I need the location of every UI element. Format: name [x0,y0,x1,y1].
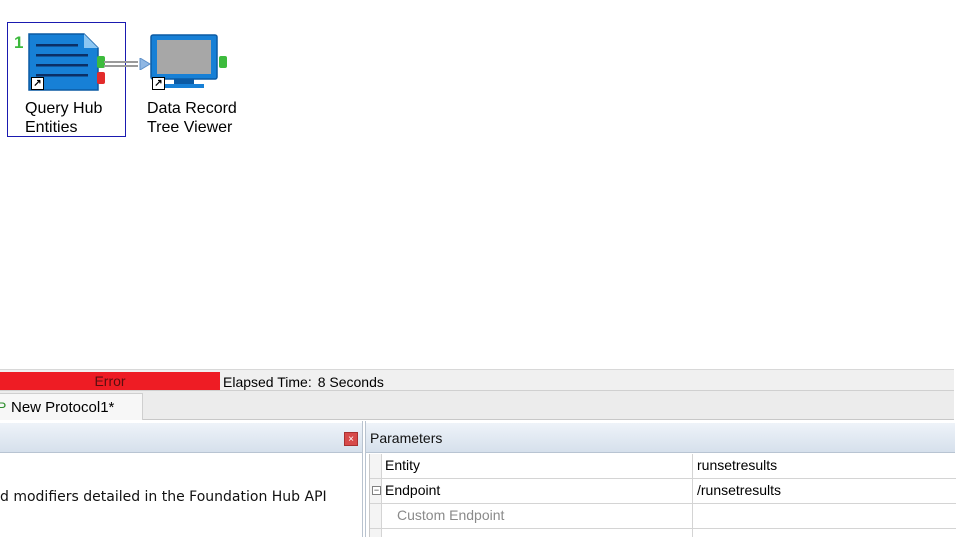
protocol-icon: P [0,399,7,415]
row-gutter [370,529,382,537]
tab-new-protocol1[interactable]: P New Protocol1* [0,393,143,420]
parameter-value[interactable]: runsetresults [697,457,777,474]
parameters-grid: Entity runsetresults − Endpoint /runsetr… [369,454,956,537]
parameter-row-endpoint[interactable]: − Endpoint /runsetresults [370,479,956,504]
node-label-query-hub-entities[interactable]: Query Hub Entities [25,99,102,137]
help-panel: × d modifiers detailed in the Foundation… [0,421,363,537]
close-icon[interactable]: × [344,432,358,446]
parameter-row-partial[interactable] [370,529,956,537]
parameter-name: Endpoint [385,482,441,498]
parameters-panel: Parameters Entity runsetresults − Endpoi… [365,421,956,537]
run-status-badge: Error [0,372,220,391]
node-number: 1 [14,33,24,52]
tab-label: New Protocol1* [11,399,115,416]
elapsed-time-value: 8 Seconds [317,374,384,390]
parameter-name: Entity [385,457,421,473]
column-divider [692,529,693,537]
help-text: d modifiers detailed in the Foundation H… [0,489,327,505]
node-label-data-record-tree-viewer[interactable]: Data Record Tree Viewer [147,99,237,137]
parameters-panel-header: Parameters [366,423,955,453]
collapse-icon[interactable]: − [372,486,381,495]
shortcut-arrow-icon: ↗ [31,77,44,90]
elapsed-time: Elapsed Time: 8 Seconds [223,374,384,391]
elapsed-time-label: Elapsed Time: [223,374,312,390]
parameter-value[interactable]: /runsetresults [697,482,781,499]
parameter-row-entity[interactable]: Entity runsetresults [370,454,956,479]
help-panel-header: × [0,423,362,453]
status-bar: Error Elapsed Time: 8 Seconds [0,369,954,391]
parameters-title: Parameters [370,430,443,446]
output-port-pass[interactable] [219,56,227,68]
row-gutter: − [370,479,382,503]
row-gutter [370,504,382,528]
pipe-connector[interactable] [104,57,154,75]
shortcut-arrow-icon: ↗ [152,77,165,90]
parameter-name: Custom Endpoint [397,507,505,523]
column-divider [692,454,693,478]
row-gutter [370,454,382,478]
workflow-canvas[interactable]: 1 ↗ Query Hub Entities ↗ Data Record Tre… [0,0,960,368]
parameter-row-custom-endpoint[interactable]: Custom Endpoint [370,504,956,529]
column-divider [692,504,693,528]
column-divider [692,479,693,503]
document-tab-strip: P New Protocol1* [0,390,954,420]
